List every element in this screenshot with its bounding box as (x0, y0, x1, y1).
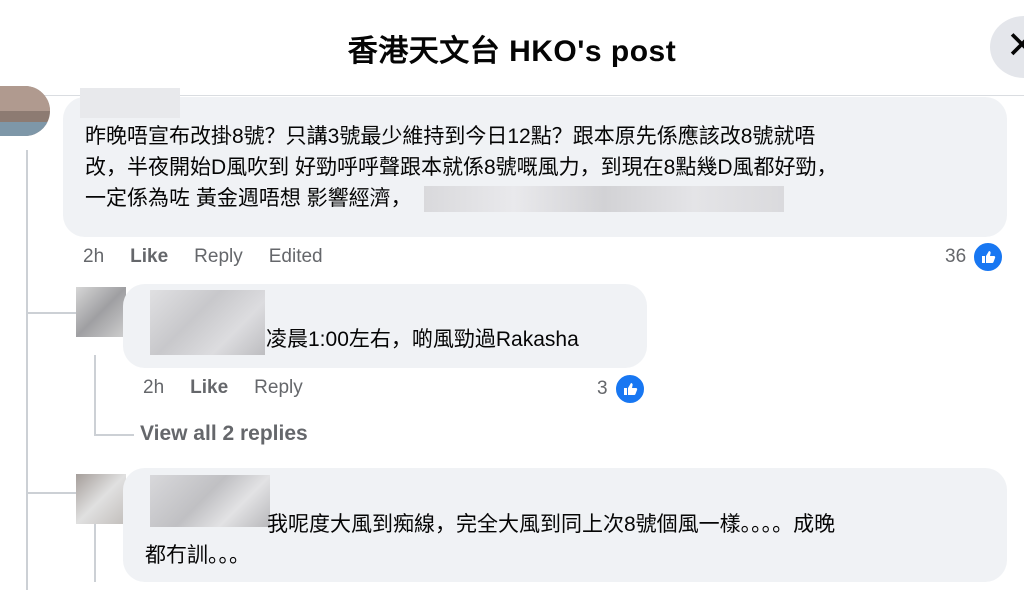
reply-thread-line (94, 520, 96, 582)
avatar[interactable] (76, 287, 126, 337)
edited-label[interactable]: Edited (269, 246, 323, 268)
thread-line (26, 150, 28, 590)
timestamp[interactable]: 2h (83, 246, 104, 268)
author-name[interactable] (150, 290, 265, 355)
comment-text: 凌晨1:00左右，啲風勁過Rakasha (266, 328, 579, 351)
author-name[interactable] (80, 88, 180, 118)
avatar[interactable] (0, 86, 50, 136)
reply-thread-connector (94, 434, 134, 436)
avatar[interactable] (76, 474, 126, 524)
comment-actions: 2h Like Reply Edited (83, 246, 323, 268)
redacted-text (423, 185, 784, 212)
close-icon: ✕ (1006, 25, 1024, 67)
thumbs-up-icon (972, 241, 1005, 273)
reaction-count[interactable]: 36 (945, 241, 1005, 273)
comment-text: 我呢度大風到痴線，完全大風到同上次8號個風一樣。。。。成晚 都冇訓。。。 (145, 513, 836, 567)
post-header: 香港天文台 HKO's post ✕ (0, 0, 1024, 96)
view-replies-link[interactable]: View all 2 replies (140, 422, 308, 446)
comment-text: 昨晚唔宣布改掛8號？只講3號最少維持到今日12點？跟本原先係應該改8號就唔 改，… (85, 125, 838, 212)
reply-thread-line (94, 355, 96, 435)
comment-actions: 2h Like Reply (143, 377, 303, 399)
thumbs-up-icon (613, 373, 646, 405)
like-button[interactable]: Like (130, 246, 168, 268)
thread-connector (26, 492, 76, 494)
reply-button[interactable]: Reply (254, 377, 303, 399)
timestamp[interactable]: 2h (143, 377, 164, 399)
like-button[interactable]: Like (190, 377, 228, 399)
reaction-count[interactable]: 3 (597, 373, 646, 405)
reply-button[interactable]: Reply (194, 246, 243, 268)
thread-connector (26, 312, 76, 314)
post-title: 香港天文台 HKO's post (347, 35, 677, 68)
